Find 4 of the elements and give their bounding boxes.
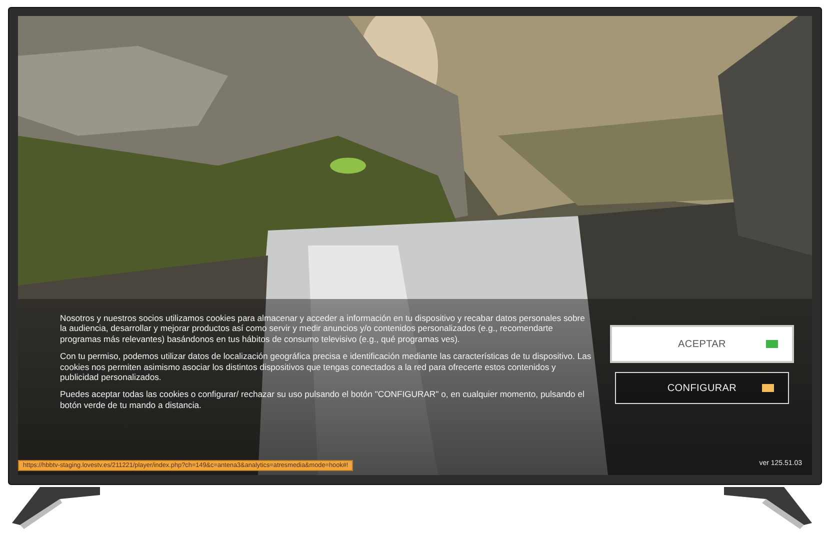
consent-text: Con tu permiso, podemos utilizar datos de localización geográfica precisa e identificación mediante las características de tu dispositivo. Las cookies nos permiten asimismo asociar los distintos dispositivos que tengas conectados a la red para ofrecerte estos contenidos y publicidad personalizados. [60, 351, 592, 382]
consent-button[interactable]: ACEPTAR [610, 325, 794, 363]
consent-text: Puedes aceptar todas las cookies o configurar/ rechazar su uso pulsando el botón "CONFIGURAR" o, en cualquier momento, pulsando el botón verde de tu mando a distancia. [60, 389, 586, 410]
consent-button[interactable]: CONFIGURAR [615, 372, 789, 404]
